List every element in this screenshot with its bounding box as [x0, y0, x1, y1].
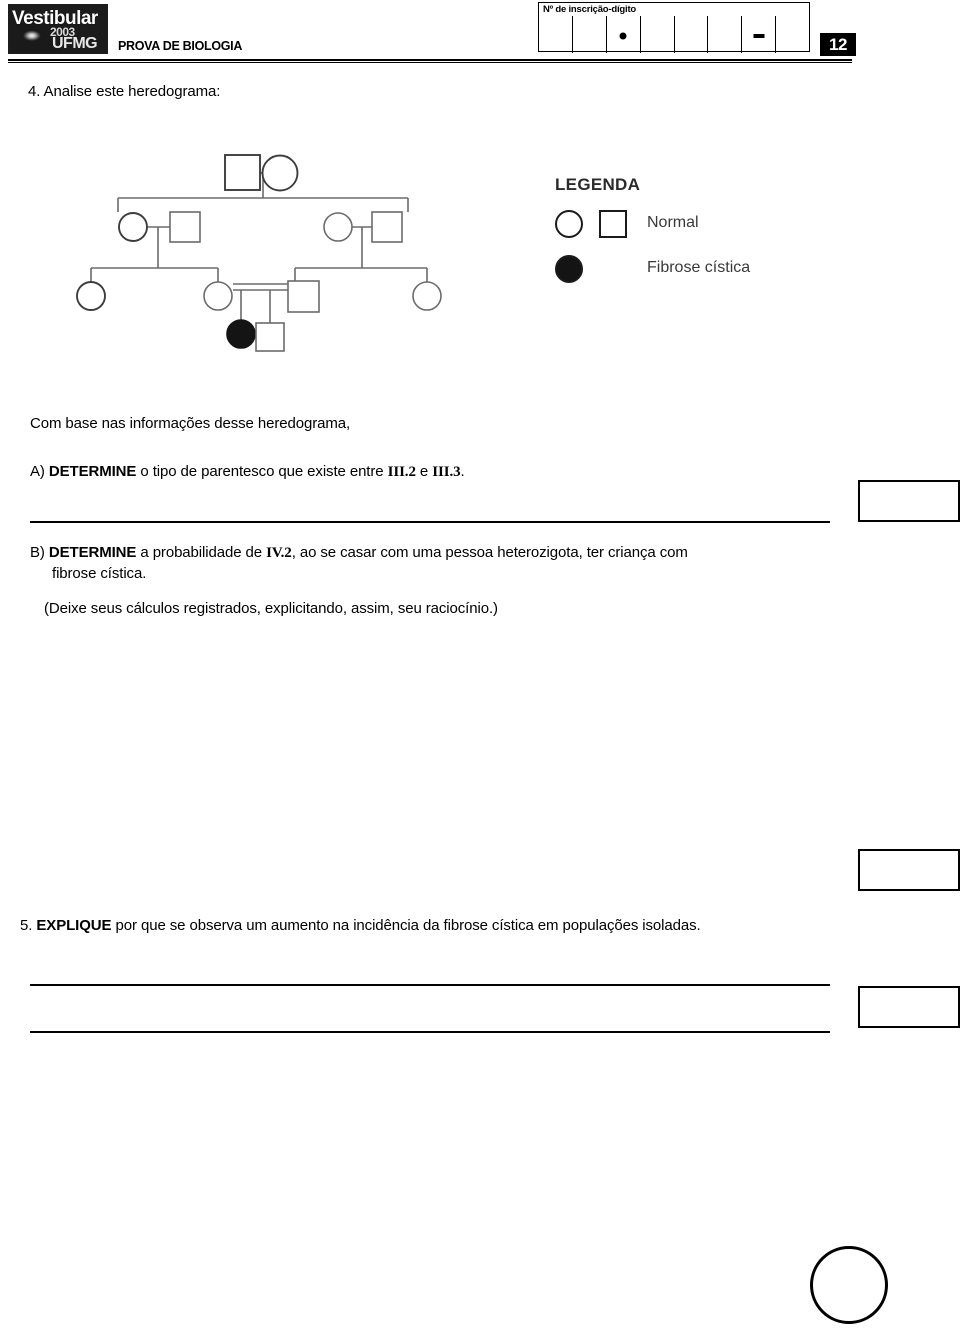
inscription-cell[interactable]	[641, 16, 675, 53]
inscription-dash-mark	[753, 33, 765, 38]
question-4-intro: Com base nas informações desse heredogra…	[30, 415, 351, 432]
answer-line[interactable]	[30, 1031, 830, 1033]
question-4b-prefix: B)	[30, 544, 49, 561]
question-5: 5. EXPLIQUE por que se observa um aument…	[20, 916, 850, 936]
pedigree-individual-IV-1-affected	[226, 319, 256, 349]
pedigree-individual-I-1	[224, 154, 261, 191]
question-4b-ref1: IV.2	[266, 545, 292, 561]
legend-title: LEGENDA	[555, 175, 641, 194]
inscription-cell[interactable]	[573, 16, 607, 53]
inscription-dot-mark	[619, 32, 627, 40]
pedigree-individual-III-2	[203, 281, 233, 311]
inscription-cells	[539, 16, 809, 53]
question-4b-verb: DETERMINE	[48, 544, 137, 561]
question-4b-text1: a probabilidade de	[136, 544, 267, 561]
question-4a-text: o tipo de parentesco que existe entre	[136, 463, 388, 480]
question-4b-text3: fibrose cística.	[52, 564, 147, 582]
legend-square-icon	[599, 210, 627, 238]
legend-filled-circle-icon	[555, 255, 583, 283]
exam-page: Vestibular 2003 UFMG PROVA DE BIOLOGIA N…	[0, 0, 960, 1332]
question-4b-note: (Deixe seus cálculos registrados, explic…	[44, 599, 498, 617]
inscription-cell[interactable]	[607, 16, 641, 53]
answer-sheet-circle[interactable]	[810, 1246, 888, 1324]
question-4b: B) DETERMINE a probabilidade de IV.2, ao…	[30, 543, 842, 618]
question-4b-text2: , ao se casar com uma pessoa heterozigot…	[291, 544, 688, 561]
question-5-text: por que se observa um aumento na incidên…	[111, 917, 701, 934]
legend-affected-label: Fibrose cística	[647, 259, 751, 276]
answer-line[interactable]	[30, 984, 830, 986]
pedigree-individual-II-spouse-right	[371, 211, 403, 243]
score-box[interactable]	[858, 849, 960, 891]
pedigree-individual-IV-2	[255, 322, 285, 352]
inscription-cell[interactable]	[776, 16, 809, 53]
inscription-cell[interactable]	[708, 16, 743, 53]
inscription-cell[interactable]	[675, 16, 709, 53]
question-4a-ref2: III.3	[432, 464, 461, 480]
question-4-stem: 4. Analise este heredograma:	[28, 83, 221, 100]
inscription-number-box: Nº de inscrição-dígito	[538, 2, 810, 53]
question-5-prefix: 5.	[20, 917, 37, 934]
question-4a-prefix: A)	[30, 463, 49, 480]
pedigree-individual-II-1	[169, 211, 201, 243]
question-4a-conj: e	[415, 463, 433, 480]
pedigree-legend: LEGENDA Normal Fibrose cística	[555, 175, 815, 290]
header-divider	[8, 59, 852, 63]
inscription-label: Nº de inscrição-dígito	[543, 4, 637, 15]
legend-circle-icon	[555, 210, 583, 238]
question-5-verb: EXPLIQUE	[36, 917, 112, 934]
score-box[interactable]	[858, 480, 960, 522]
question-4a-verb: DETERMINE	[48, 463, 137, 480]
pedigree-individual-III-4	[412, 281, 442, 311]
page-number-badge: 12	[820, 33, 856, 56]
pedigree-individual-III-1	[76, 281, 106, 311]
vestibular-ufmg-logo: Vestibular 2003 UFMG	[8, 4, 108, 54]
inscription-cell[interactable]	[742, 16, 777, 53]
legend-normal-label: Normal	[647, 214, 699, 231]
pedigree-individual-II-spouse-left	[118, 212, 148, 242]
pedigree-individual-III-3	[287, 280, 320, 313]
inscription-cell[interactable]	[539, 16, 573, 53]
pedigree-diagram	[55, 140, 475, 365]
question-4a-end: .	[460, 463, 465, 480]
score-box[interactable]	[858, 986, 960, 1028]
question-4a: A) DETERMINE o tipo de parentesco que ex…	[30, 462, 830, 483]
pedigree-individual-I-2	[261, 154, 299, 192]
exam-title: PROVA DE BIOLOGIA	[118, 39, 243, 53]
logo-institution-ufmg: UFMG	[52, 35, 98, 52]
answer-line[interactable]	[30, 521, 830, 523]
question-4a-ref1: III.2	[387, 464, 416, 480]
pedigree-individual-II-2	[323, 212, 353, 242]
